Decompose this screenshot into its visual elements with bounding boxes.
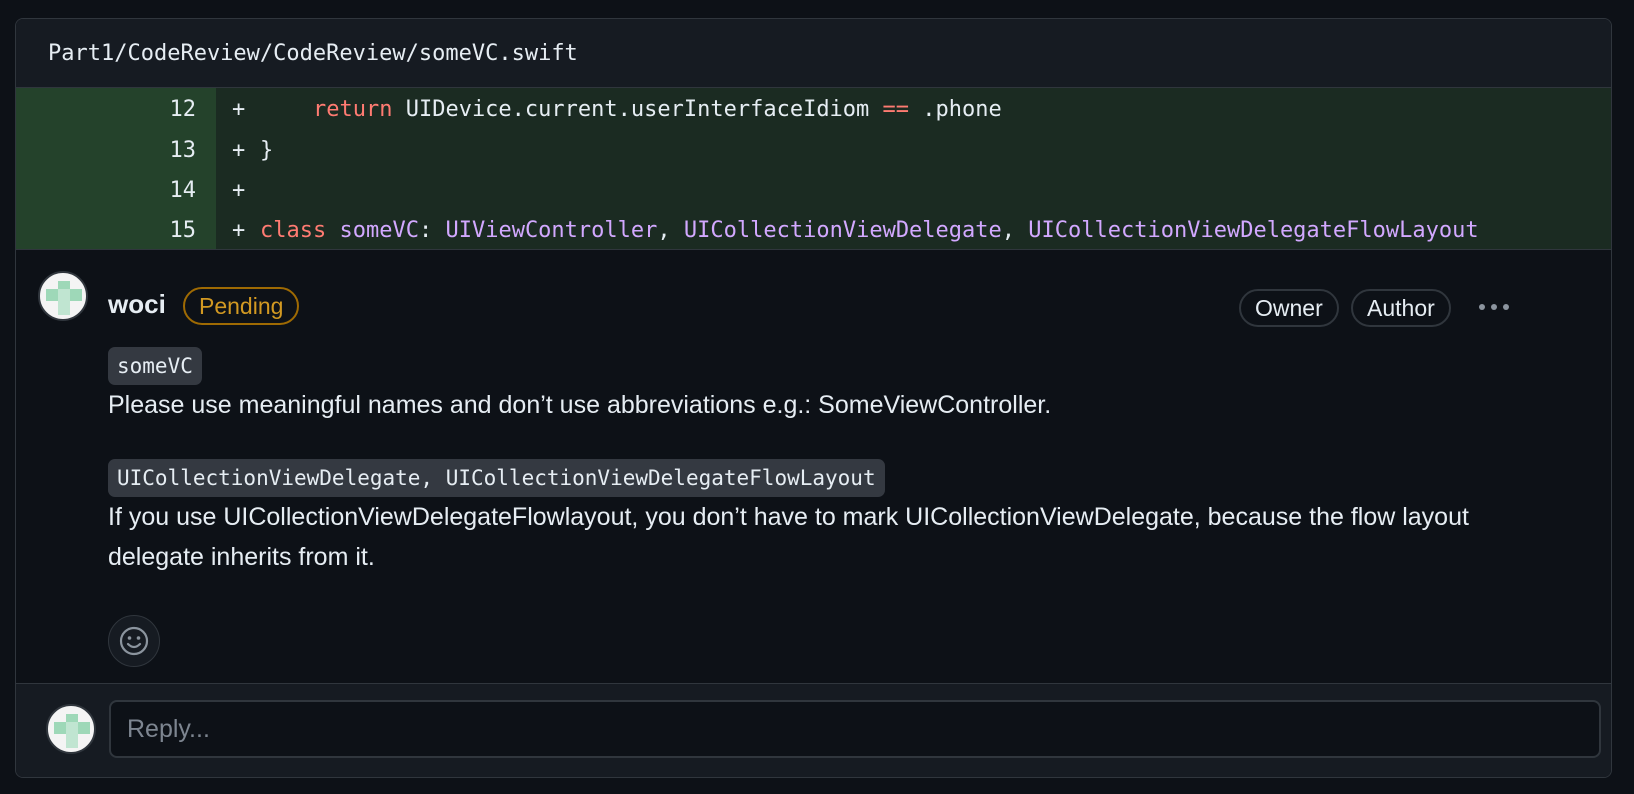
code-token: someVC (339, 217, 419, 243)
code-token: , (1001, 217, 1029, 243)
code-token: UICollectionViewDelegateFlowLayout (1028, 217, 1479, 243)
comment-paragraph-2: If you use UICollectionViewDelegateFlowl… (108, 503, 1469, 571)
comment-author[interactable]: woci (108, 289, 166, 320)
code-token: class (260, 217, 327, 243)
review-comment: woci Pending Owner Author someVC Please … (16, 251, 1611, 683)
current-user-avatar[interactable] (46, 704, 96, 754)
code-token: : (418, 217, 446, 243)
code-content: + class someVC: UIViewController, UIColle… (216, 218, 1479, 243)
code-token: .phone (909, 96, 1002, 122)
code-token: , (657, 217, 684, 243)
code-token: == (882, 96, 910, 122)
code-token: UIDevice.current.userInterfaceIdiom (392, 96, 883, 122)
code-token: } (260, 137, 274, 163)
line-number[interactable]: 14 (16, 170, 216, 210)
reply-bar (16, 683, 1611, 777)
smiley-icon (119, 626, 149, 656)
owner-badge: Owner (1239, 289, 1339, 327)
kebab-horizontal-icon[interactable] (1472, 291, 1516, 323)
addition-marker: + (232, 177, 246, 203)
author-badge: Author (1351, 289, 1451, 327)
file-path[interactable]: Part1/CodeReview/CodeReview/someVC.swift (48, 41, 578, 66)
reply-input[interactable] (109, 700, 1601, 758)
addition-marker: + (232, 137, 246, 163)
add-reaction-button[interactable] (108, 615, 160, 667)
code-content: + (216, 178, 260, 203)
diff-line[interactable]: 12 + return UIDevice.current.userInterfac… (16, 88, 1611, 130)
author-avatar[interactable] (38, 271, 88, 321)
code-content: +} (216, 138, 273, 163)
line-number[interactable]: 13 (16, 130, 216, 170)
comment-paragraph-1: Please use meaningful names and don’t us… (108, 391, 1052, 419)
diff-line[interactable]: 13 +} (16, 130, 1611, 170)
code-content: + return UIDevice.current.userInterfaceI… (216, 97, 1002, 122)
code-reference-2: UICollectionViewDelegate, UICollectionVi… (108, 459, 885, 497)
line-number[interactable]: 12 (16, 88, 216, 130)
pending-badge: Pending (183, 287, 300, 325)
review-thread-panel: Part1/CodeReview/CodeReview/someVC.swift… (15, 18, 1612, 778)
addition-marker: + (232, 217, 246, 243)
diff-line[interactable]: 15 + class someVC: UIViewController, UICol… (16, 210, 1611, 249)
line-number[interactable]: 15 (16, 210, 216, 249)
addition-marker: + (232, 96, 246, 122)
code-reference-1: someVC (108, 347, 202, 385)
file-header: Part1/CodeReview/CodeReview/someVC.swift (16, 19, 1611, 88)
code-token: UICollectionViewDelegate (683, 217, 1002, 243)
diff-line[interactable]: 14 + (16, 170, 1611, 210)
code-token: UIViewController (445, 217, 658, 243)
code-token: return (312, 96, 393, 122)
diff-hunk: 12 + return UIDevice.current.userInterfac… (16, 88, 1611, 250)
